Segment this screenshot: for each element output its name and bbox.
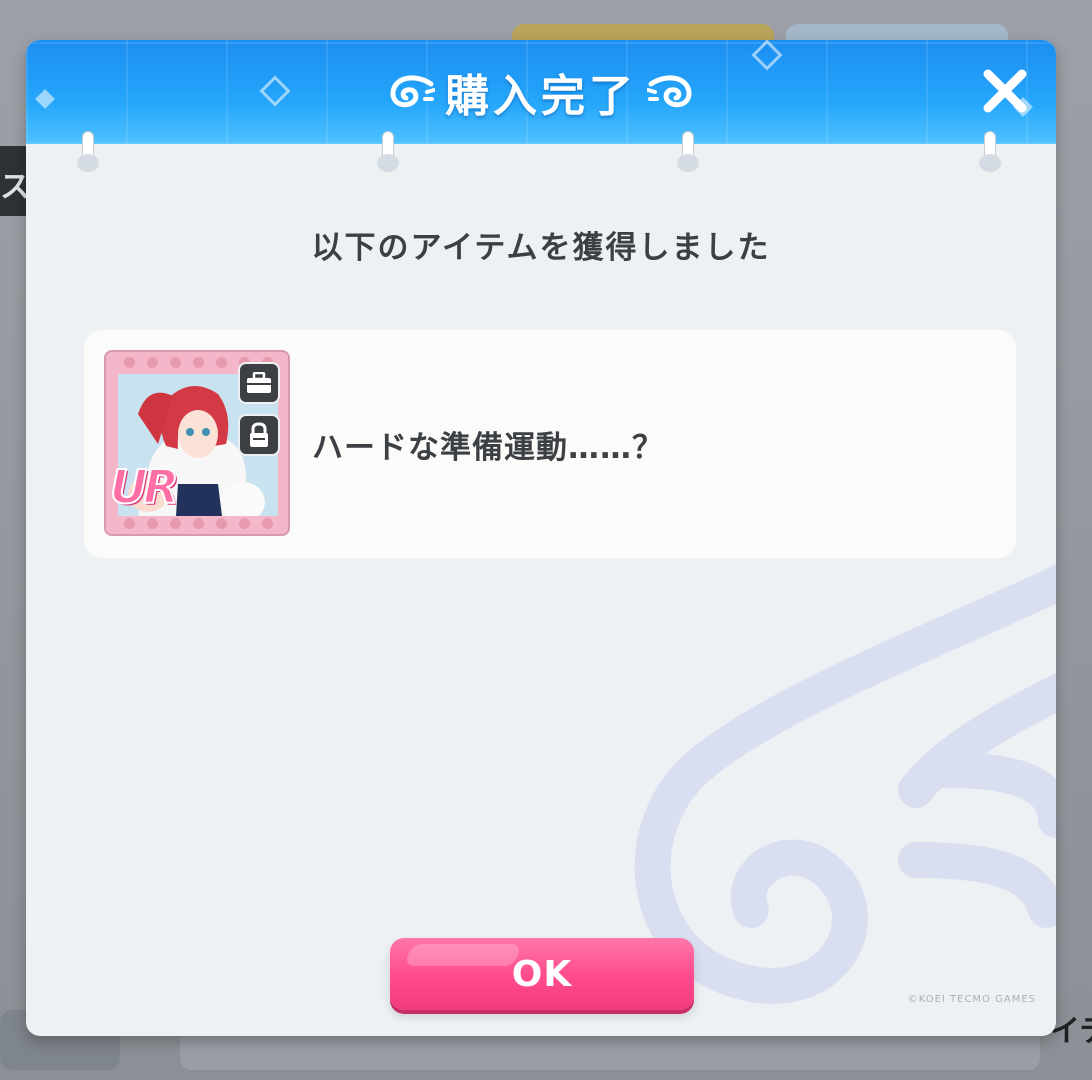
acquired-message: 以下のアイテムを獲得しました — [311, 230, 771, 266]
close-button[interactable] — [976, 62, 1034, 120]
close-icon — [983, 69, 1027, 113]
film-holes-bottom — [124, 518, 273, 529]
purchase-complete-dialog: 購入完了 以下のアイテムを獲得しました UR ハードな準備運動……？ OK ©K… — [26, 40, 1056, 1036]
acquired-item-card: UR ハードな準備運動……？ — [84, 330, 1016, 558]
background-tab: ス — [0, 146, 28, 216]
button-shine — [403, 944, 523, 966]
bag-icon — [247, 372, 271, 393]
background-label: イテ — [1050, 1014, 1092, 1049]
ok-button-label: OK — [511, 953, 573, 995]
copyright-mark: ©KOEI TECMO GAMES — [907, 994, 1036, 1005]
item-lock-badge — [238, 414, 280, 456]
dialog-header: 購入完了 — [26, 40, 1056, 144]
dialog-title: 購入完了 — [445, 71, 637, 122]
item-thumbnail[interactable]: UR — [104, 350, 290, 536]
item-type-badge — [238, 362, 280, 404]
item-name: ハードな準備運動……？ — [312, 429, 664, 466]
binder-ring — [979, 132, 1001, 174]
binder-ring — [77, 132, 99, 174]
binder-ring — [377, 132, 399, 174]
lock-icon — [250, 422, 268, 447]
binder-ring — [677, 132, 699, 174]
rarity-badge: UR — [109, 459, 180, 515]
ok-button[interactable]: OK — [390, 938, 694, 1010]
wing-left-icon — [390, 75, 435, 108]
header-title-group: 購入完了 — [26, 62, 1056, 122]
wing-right-icon — [647, 75, 692, 108]
